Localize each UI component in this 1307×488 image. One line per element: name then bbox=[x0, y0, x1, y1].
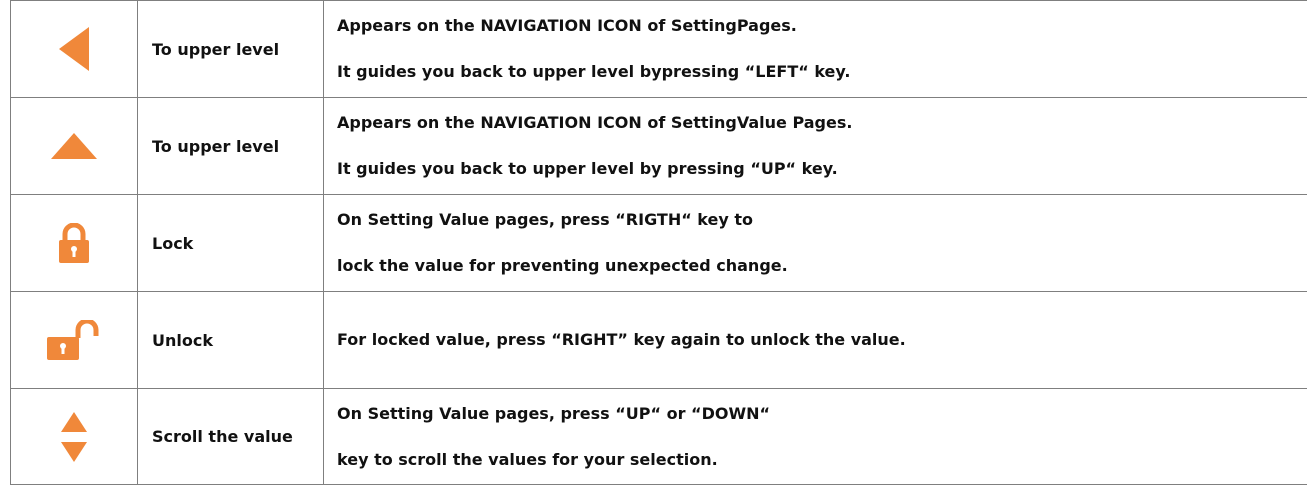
icon-name: To upper level bbox=[137, 97, 324, 195]
description-line: key to scroll the values for your select… bbox=[337, 449, 718, 469]
icon-description: Appears on the NAVIGATION ICON of Settin… bbox=[323, 97, 1307, 195]
description-line: lock the value for preventing unexpected… bbox=[337, 256, 788, 275]
icon-cell bbox=[10, 0, 138, 98]
description-line: For locked value, press “RIGHT” key agai… bbox=[337, 330, 906, 349]
scroll-arrows-icon bbox=[61, 411, 87, 462]
table-row: To upper level Appears on the NAVIGATION… bbox=[10, 97, 1307, 195]
icon-name: Unlock bbox=[137, 291, 324, 389]
icon-description: On Setting Value pages, press “UP“ or “D… bbox=[323, 388, 1307, 485]
left-triangle-icon bbox=[59, 27, 89, 71]
icon-name: Lock bbox=[137, 194, 324, 292]
description-line: On Setting Value pages, press “UP“ or “D… bbox=[337, 403, 770, 423]
icon-name: Scroll the value bbox=[137, 388, 324, 485]
table-row: Unlock For locked value, press “RIGHT” k… bbox=[10, 291, 1307, 389]
icon-cell bbox=[10, 388, 138, 485]
icon-description: Appears on the NAVIGATION ICON of Settin… bbox=[323, 0, 1307, 98]
lock-icon bbox=[59, 223, 89, 263]
table-row: Scroll the value On Setting Value pages,… bbox=[10, 388, 1307, 485]
icon-reference-table: To upper level Appears on the NAVIGATION… bbox=[10, 0, 1307, 485]
description-line: Appears on the NAVIGATION ICON of Settin… bbox=[337, 113, 853, 132]
icon-cell bbox=[10, 194, 138, 292]
icon-description: On Setting Value pages, press “RIGTH“ ke… bbox=[323, 194, 1307, 292]
description-line: On Setting Value pages, press “RIGTH“ ke… bbox=[337, 210, 754, 229]
icon-name: To upper level bbox=[137, 0, 324, 98]
icon-cell bbox=[10, 97, 138, 195]
table-row: Lock On Setting Value pages, press “RIGT… bbox=[10, 194, 1307, 292]
icon-cell bbox=[10, 291, 138, 389]
description-line: It guides you back to upper level by pre… bbox=[337, 159, 838, 178]
up-triangle-icon bbox=[51, 133, 97, 159]
description-line: It guides you back to upper level bypres… bbox=[337, 62, 851, 81]
icon-description: For locked value, press “RIGHT” key agai… bbox=[323, 291, 1307, 389]
table-row: To upper level Appears on the NAVIGATION… bbox=[10, 0, 1307, 98]
unlock-icon bbox=[47, 320, 99, 360]
description-line: Appears on the NAVIGATION ICON of Settin… bbox=[337, 16, 797, 35]
